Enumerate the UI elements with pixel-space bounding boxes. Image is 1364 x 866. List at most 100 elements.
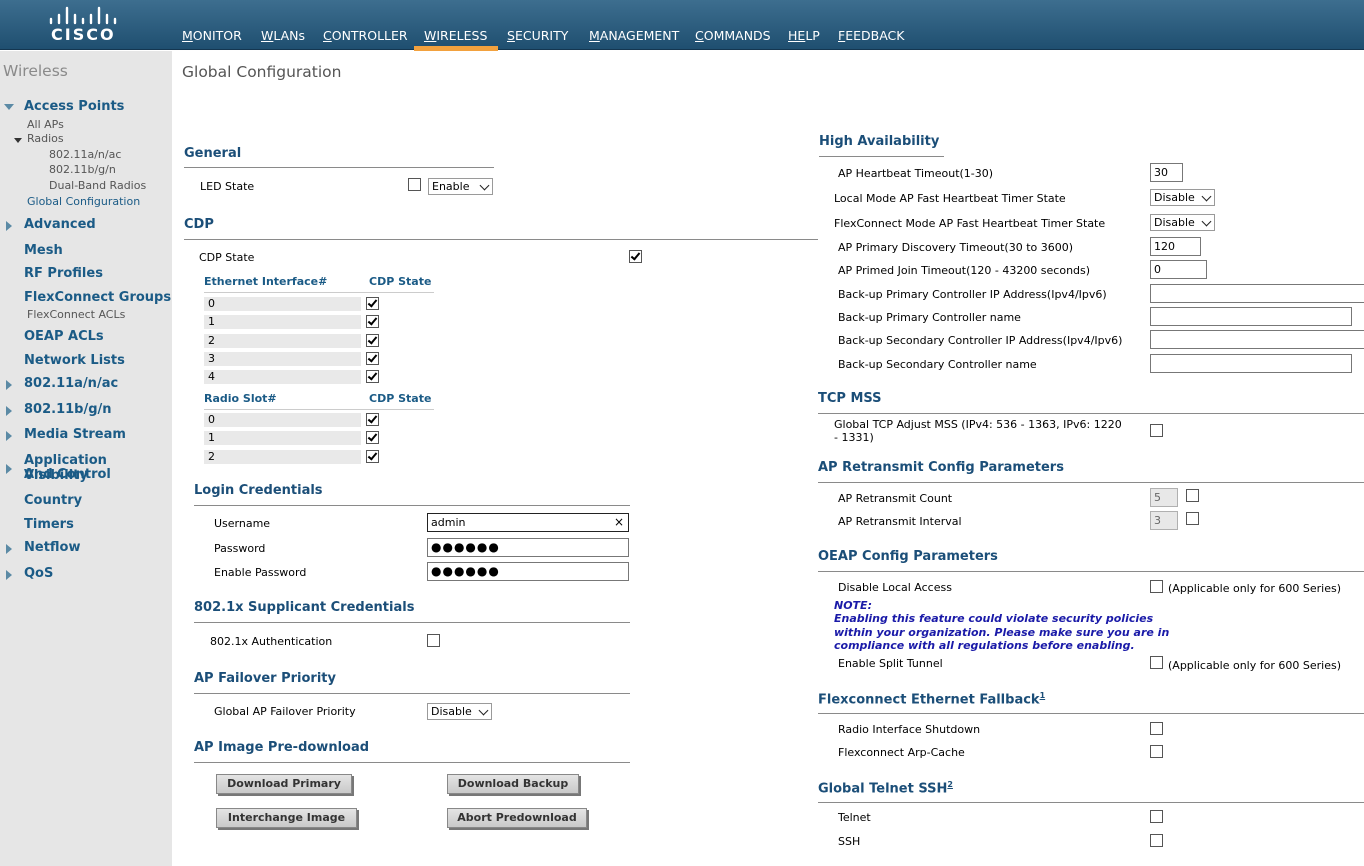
disable-local-access-checkbox[interactable] (1150, 580, 1163, 593)
sidebar-item-advanced[interactable]: Advanced (24, 217, 96, 232)
backup-secondary-ip-input[interactable] (1150, 330, 1364, 349)
radios-expanded-arrow-icon[interactable] (14, 138, 22, 143)
sidebar-item-dual-band-radios[interactable]: Dual-Band Radios (49, 179, 146, 192)
username-input[interactable]: admin × (427, 513, 629, 532)
backup-secondary-ip-label: Back-up Secondary Controller IP Address(… (838, 334, 1123, 347)
sidebar-item-radio-80211anac[interactable]: 802.11a/n/ac (49, 148, 121, 161)
retransmit-interval-input[interactable]: 3 (1150, 511, 1178, 530)
interchange-image-button[interactable]: Interchange Image (216, 808, 357, 828)
led-state-select[interactable]: Enable (428, 178, 493, 195)
backup-secondary-name-input[interactable] (1150, 354, 1352, 373)
radio-2-cdp-checkbox[interactable] (366, 450, 379, 463)
radio-shutdown-checkbox[interactable] (1150, 722, 1163, 735)
eth-4-cdp-checkbox[interactable] (366, 370, 379, 383)
expanded-arrow-icon[interactable] (4, 104, 14, 110)
sidebar-item-radios[interactable]: Radios (27, 132, 64, 145)
nav-wireless[interactable]: WIRELESS (424, 28, 487, 43)
primary-discovery-label: AP Primary Discovery Timeout(30 to 3600) (838, 241, 1074, 254)
sidebar-item-flexconnect-acls[interactable]: FlexConnect ACLs (27, 308, 125, 321)
local-fast-heartbeat-select[interactable]: Disable (1150, 189, 1215, 206)
password-input[interactable]: ●●●●●● (427, 538, 629, 557)
arp-cache-checkbox[interactable] (1150, 745, 1163, 758)
section-tcp-mss-title: TCP MSS (818, 391, 882, 406)
collapsed-arrow-icon[interactable] (6, 544, 12, 554)
retransmit-interval-checkbox[interactable] (1186, 512, 1199, 525)
nav-feedback[interactable]: FEEDBACK (838, 28, 904, 43)
section-failover-title: AP Failover Priority (194, 671, 336, 686)
clear-icon[interactable]: × (614, 515, 624, 529)
dot1x-auth-label: 802.1x Authentication (210, 635, 333, 648)
retransmit-count-input[interactable]: 5 (1150, 488, 1178, 507)
radio-0-cdp-checkbox[interactable] (366, 413, 379, 426)
sidebar-item-avc-line2[interactable]: And Control (24, 467, 111, 482)
tcp-mss-checkbox[interactable] (1150, 424, 1163, 437)
sidebar-item-all-aps[interactable]: All APs (27, 118, 64, 131)
sidebar-item-qos[interactable]: QoS (24, 566, 53, 581)
ssh-checkbox[interactable] (1150, 834, 1163, 847)
sidebar-item-access-points[interactable]: Access Points (24, 99, 124, 114)
collapsed-arrow-icon[interactable] (6, 431, 12, 441)
eth-1-cdp-checkbox[interactable] (366, 315, 379, 328)
nav-wireless-key: W (424, 28, 437, 43)
sidebar-item-network-lists[interactable]: Network Lists (24, 353, 125, 368)
sidebar-item-country[interactable]: Country (24, 493, 82, 508)
sidebar-item-rf-profiles[interactable]: RF Profiles (24, 266, 103, 281)
eth-2-cdp-checkbox[interactable] (366, 334, 379, 347)
sidebar-item-timers[interactable]: Timers (24, 517, 74, 532)
sidebar-item-mesh[interactable]: Mesh (24, 243, 63, 258)
collapsed-arrow-icon[interactable] (6, 380, 12, 390)
sidebar-item-80211anac[interactable]: 802.11a/n/ac (24, 376, 118, 391)
footnote-link[interactable]: 1 (1040, 691, 1046, 700)
led-state-label: LED State (200, 180, 255, 193)
telnet-checkbox[interactable] (1150, 810, 1163, 823)
checkmark-icon (367, 413, 378, 424)
local-fast-heartbeat-label: Local Mode AP Fast Heartbeat Timer State (834, 192, 1066, 205)
collapsed-arrow-icon[interactable] (6, 570, 12, 580)
nav-monitor[interactable]: MONITOR (182, 28, 242, 43)
enable-password-input[interactable]: ●●●●●● (427, 562, 629, 581)
nav-controller[interactable]: CONTROLLER (323, 28, 408, 43)
nav-management[interactable]: MANAGEMENT (589, 28, 679, 43)
active-tab-indicator (414, 46, 498, 51)
table-row: 3 (204, 352, 361, 366)
nav-management-key: M (589, 28, 600, 43)
table-row: 0 (204, 413, 361, 427)
nav-commands[interactable]: COMMANDS (695, 28, 771, 43)
sidebar-item-radio-80211bgn[interactable]: 802.11b/g/n (49, 163, 116, 176)
sidebar-item-media-stream[interactable]: Media Stream (24, 427, 126, 442)
eth-3-cdp-checkbox[interactable] (366, 352, 379, 365)
sidebar-item-flexconnect-groups[interactable]: FlexConnect Groups (24, 290, 171, 305)
primed-join-input[interactable]: 0 (1150, 260, 1207, 279)
download-primary-button[interactable]: Download Primary (216, 774, 352, 794)
primary-discovery-input[interactable]: 120 (1150, 237, 1201, 256)
radio-1-cdp-checkbox[interactable] (366, 431, 379, 444)
backup-primary-name-input[interactable] (1150, 307, 1352, 326)
heartbeat-timeout-input[interactable]: 30 (1150, 163, 1183, 182)
flex-fast-heartbeat-select[interactable]: Disable (1150, 214, 1215, 231)
collapsed-arrow-icon[interactable] (6, 221, 12, 231)
nav-wlans[interactable]: WLANs (261, 28, 305, 43)
collapsed-arrow-icon[interactable] (6, 464, 12, 474)
sidebar-item-oeap-acls[interactable]: OEAP ACLs (24, 329, 104, 344)
backup-primary-ip-input[interactable] (1150, 284, 1364, 303)
cdp-state-checkbox[interactable] (629, 250, 642, 263)
sidebar-item-netflow[interactable]: Netflow (24, 540, 81, 555)
nav-help[interactable]: HELP (788, 28, 820, 43)
chevron-down-icon (478, 705, 489, 716)
section-retransmit-title: AP Retransmit Config Parameters (818, 460, 1064, 475)
failover-priority-select[interactable]: Disable (427, 703, 492, 720)
chevron-down-icon (1201, 191, 1212, 202)
abort-predownload-button[interactable]: Abort Predownload (447, 808, 587, 828)
dot1x-auth-checkbox[interactable] (427, 634, 440, 647)
section-telnet-ssh-title: Global Telnet SSH2 (818, 780, 953, 796)
sidebar-item-80211bgn[interactable]: 802.11b/g/n (24, 402, 112, 417)
retransmit-count-checkbox[interactable] (1186, 489, 1199, 502)
led-state-checkbox[interactable] (408, 178, 421, 191)
split-tunnel-checkbox[interactable] (1150, 656, 1163, 669)
eth-0-cdp-checkbox[interactable] (366, 297, 379, 310)
footnote-link[interactable]: 2 (947, 780, 953, 789)
nav-security[interactable]: SECURITY (507, 28, 568, 43)
sidebar-item-global-configuration[interactable]: Global Configuration (27, 195, 140, 208)
collapsed-arrow-icon[interactable] (6, 406, 12, 416)
download-backup-button[interactable]: Download Backup (447, 774, 579, 794)
